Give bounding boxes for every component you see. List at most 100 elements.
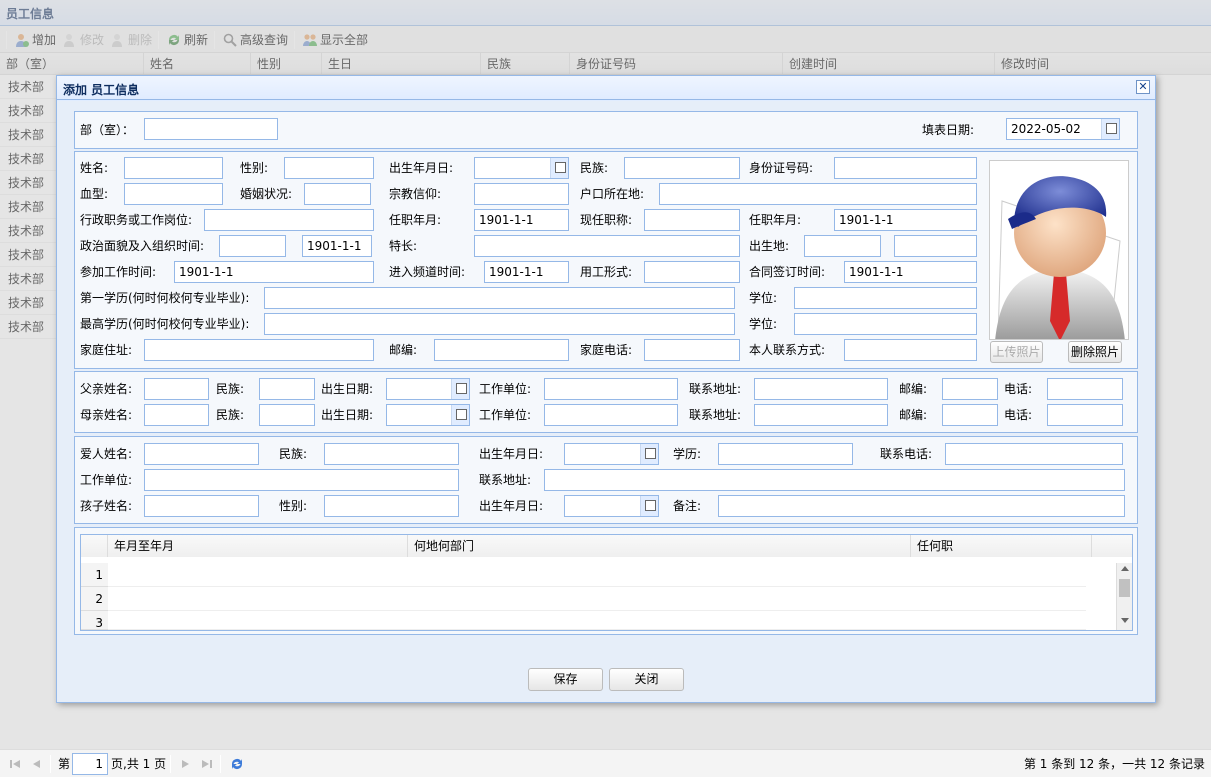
contract-date-field[interactable]: 1901-1-1: [844, 261, 977, 283]
first-edu-field[interactable]: [264, 287, 735, 309]
first-page-icon[interactable]: [8, 757, 22, 771]
delete-photo-button[interactable]: 删除照片: [1068, 341, 1122, 363]
spouse-education-field[interactable]: [718, 443, 853, 465]
upload-photo-button[interactable]: 上传照片: [990, 341, 1043, 363]
calendar-icon[interactable]: [550, 158, 568, 178]
page-number-input[interactable]: 1: [72, 753, 108, 775]
spouse-phone-label: 联系电话:: [880, 447, 933, 461]
next-page-icon[interactable]: [178, 757, 192, 771]
child-gender-field[interactable]: [324, 495, 459, 517]
father-postcode-field[interactable]: [942, 378, 998, 400]
birth-date-field[interactable]: [474, 157, 569, 179]
birthplace-detail-field[interactable]: [894, 235, 977, 257]
fill-date-field[interactable]: 2022-05-02: [1006, 118, 1120, 140]
mother-postcode-field[interactable]: [942, 404, 998, 426]
spouse-name-field[interactable]: [144, 443, 259, 465]
father-phone-field[interactable]: [1047, 378, 1123, 400]
scrollbar-thumb[interactable]: [1119, 579, 1130, 597]
child-name-field[interactable]: [144, 495, 259, 517]
spouse-ethnicity-field[interactable]: [324, 443, 459, 465]
father-address-field[interactable]: [754, 378, 888, 400]
child-birth-field[interactable]: [564, 495, 659, 517]
fill-date-label: 填表日期:: [922, 123, 975, 137]
employment-type-field[interactable]: [644, 261, 740, 283]
highest-edu-field[interactable]: [264, 313, 735, 335]
mother-workplace-field[interactable]: [544, 404, 678, 426]
political-field[interactable]: [219, 235, 286, 257]
id-number-label: 身份证号码:: [749, 161, 814, 175]
father-workplace-label: 工作单位:: [479, 382, 532, 396]
mother-ethnicity-label: 民族:: [216, 408, 245, 422]
table-row[interactable]: [108, 587, 1086, 611]
religion-field[interactable]: [474, 183, 569, 205]
spouse-address-field[interactable]: [544, 469, 1125, 491]
ethnicity-field[interactable]: [624, 157, 740, 179]
father-ethnicity-field[interactable]: [259, 378, 315, 400]
prev-page-icon[interactable]: [30, 757, 44, 771]
position-field[interactable]: [204, 209, 374, 231]
father-birth-label: 出生日期:: [321, 382, 374, 396]
spouse-birth-field[interactable]: [564, 443, 659, 465]
calendar-icon[interactable]: [451, 379, 469, 399]
close-button[interactable]: 关闭: [609, 668, 684, 691]
mother-postcode-label: 邮编:: [899, 408, 928, 422]
father-address-label: 联系地址:: [689, 382, 742, 396]
row-number: 2: [81, 587, 108, 611]
mother-birth-field[interactable]: [386, 404, 470, 426]
spouse-name-label: 爱人姓名:: [80, 447, 133, 461]
political-date-field[interactable]: 1901-1-1: [302, 235, 372, 257]
dept-field[interactable]: [144, 118, 278, 140]
marital-field[interactable]: [304, 183, 371, 205]
spouse-workplace-field[interactable]: [144, 469, 459, 491]
column-header[interactable]: 何地何部门: [408, 535, 911, 557]
title-date-label: 任职年月:: [749, 213, 802, 227]
contact-field[interactable]: [844, 339, 977, 361]
refresh-icon[interactable]: [229, 756, 245, 772]
title-date-field[interactable]: 1901-1-1: [834, 209, 977, 231]
father-name-field[interactable]: [144, 378, 209, 400]
degree1-label: 学位:: [749, 291, 778, 305]
mother-phone-field[interactable]: [1047, 404, 1123, 426]
table-row[interactable]: [108, 611, 1086, 630]
scroll-up-icon[interactable]: [1121, 566, 1129, 571]
work-start-field[interactable]: 1901-1-1: [174, 261, 374, 283]
calendar-icon[interactable]: [640, 496, 658, 516]
father-name-label: 父亲姓名:: [80, 382, 133, 396]
blood-type-field[interactable]: [124, 183, 223, 205]
hukou-field[interactable]: [659, 183, 977, 205]
calendar-icon[interactable]: [1101, 119, 1119, 139]
mother-address-field[interactable]: [754, 404, 888, 426]
column-header[interactable]: 年月至年月: [108, 535, 408, 557]
remark-field[interactable]: [718, 495, 1125, 517]
save-button[interactable]: 保存: [528, 668, 603, 691]
degree2-label: 学位:: [749, 317, 778, 331]
mother-ethnicity-field[interactable]: [259, 404, 315, 426]
join-channel-field[interactable]: 1901-1-1: [484, 261, 569, 283]
table-row[interactable]: [108, 563, 1086, 587]
degree1-field[interactable]: [794, 287, 977, 309]
title-field[interactable]: [644, 209, 740, 231]
column-header[interactable]: 任何职: [911, 535, 1092, 557]
father-birth-field[interactable]: [386, 378, 470, 400]
scrollbar[interactable]: [1116, 563, 1132, 630]
gender-field[interactable]: [284, 157, 374, 179]
spouse-workplace-label: 工作单位:: [80, 473, 133, 487]
name-field[interactable]: [124, 157, 223, 179]
postcode-field[interactable]: [434, 339, 569, 361]
specialty-field[interactable]: [474, 235, 740, 257]
degree2-field[interactable]: [794, 313, 977, 335]
work-start-label: 参加工作时间:: [80, 265, 157, 279]
birthplace-field[interactable]: [804, 235, 881, 257]
mother-name-field[interactable]: [144, 404, 209, 426]
home-address-field[interactable]: [144, 339, 374, 361]
appoint-date-field[interactable]: 1901-1-1: [474, 209, 569, 231]
home-phone-field[interactable]: [644, 339, 740, 361]
close-icon[interactable]: ✕: [1136, 80, 1150, 94]
scroll-down-icon[interactable]: [1121, 618, 1129, 623]
calendar-icon[interactable]: [640, 444, 658, 464]
id-number-field[interactable]: [834, 157, 977, 179]
father-workplace-field[interactable]: [544, 378, 678, 400]
spouse-phone-field[interactable]: [945, 443, 1123, 465]
calendar-icon[interactable]: [451, 405, 469, 425]
last-page-icon[interactable]: [200, 757, 214, 771]
